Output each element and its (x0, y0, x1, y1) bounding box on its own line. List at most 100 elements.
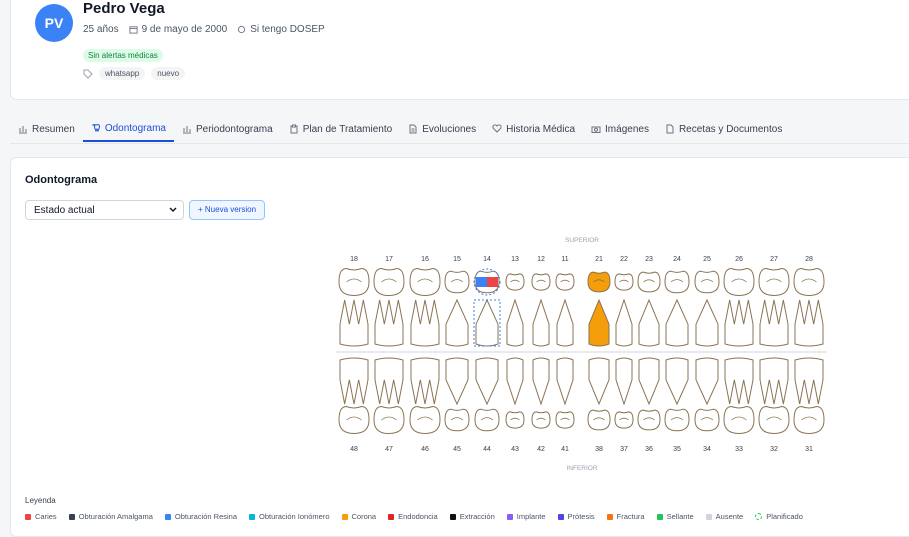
tooth-number-lower: 42 (537, 446, 545, 453)
tooth-number-lower: 47 (385, 446, 393, 453)
tooth-occlusal-38 (587, 409, 611, 431)
tab-historia-medica[interactable]: Historia Médica (484, 116, 583, 142)
legend-item: Planificado (755, 512, 803, 521)
tooth-number-lower: 43 (511, 446, 519, 453)
tab-resumen[interactable]: Resumen (10, 116, 83, 142)
tag-nuevo[interactable]: nuevo (151, 67, 186, 80)
tab-imagenes[interactable]: Imágenes (583, 116, 657, 142)
legend-swatch (388, 513, 395, 520)
tooth-occlusal-28 (793, 267, 825, 297)
tooth-occlusal-25 (694, 270, 720, 294)
tab-label: Recetas y Documentos (678, 123, 783, 135)
tooth-side-12 (532, 298, 550, 347)
legend-item: Caries (25, 512, 57, 521)
tooth-side-48 (339, 357, 369, 405)
tooth-number-lower: 35 (673, 446, 681, 453)
tooth-occlusal-44 (474, 408, 500, 432)
legend-label: Endodoncia (398, 512, 438, 521)
legend-item: Fractura (606, 512, 645, 521)
tab-bar: Resumen Odontograma Periodontograma Plan… (10, 116, 909, 144)
tooth-occlusal-48 (338, 405, 370, 435)
tab-label: Plan de Tratamiento (302, 123, 393, 135)
odontogram-card: Odontograma Estado actual + Nueva versio… (10, 157, 909, 537)
tooth-number-lower: 37 (620, 446, 628, 453)
legend-swatch (68, 513, 75, 520)
tab-evoluciones[interactable]: Evoluciones (400, 116, 484, 142)
tooth-side-35 (665, 357, 689, 406)
tooth-side-45 (445, 357, 469, 406)
tooth-occlusal-35 (664, 408, 690, 432)
tooth-occlusal-47 (373, 405, 405, 435)
tab-odontograma[interactable]: Odontograma (82, 116, 174, 142)
tooth-number-upper: 22 (620, 256, 628, 263)
tooth-occlusal-33 (723, 405, 755, 435)
tooth-side-18 (339, 299, 369, 347)
tooth-number-lower: 44 (483, 446, 491, 453)
legend-item: Prótesis (557, 512, 595, 521)
tooth-occlusal-11 (555, 273, 575, 291)
bar-chart-icon (19, 126, 27, 134)
tooth-occlusal-42 (531, 411, 551, 429)
clipboard-icon (290, 124, 298, 134)
tooth-side-32 (759, 357, 789, 405)
tooth-occlusal-24 (664, 270, 690, 294)
tooth-side-44 (475, 357, 499, 406)
legend-swatch (606, 513, 613, 520)
legend-swatch (25, 513, 31, 520)
filling-caries (487, 277, 498, 287)
patient-meta: 25 años 9 de mayo de 2000 Si tengo DOSEP (83, 24, 325, 35)
tooth-occlusal-21 (587, 271, 611, 293)
camera-icon (591, 126, 601, 133)
tooth-occlusal-31 (793, 405, 825, 435)
tooth-occlusal-43 (505, 411, 525, 429)
tooth-side-42 (532, 357, 550, 406)
tooth-number-lower: 38 (595, 446, 603, 453)
legend-label: Prótesis (567, 512, 595, 521)
tooth-number-upper: 27 (770, 256, 778, 263)
legend-label: Fractura (616, 512, 645, 521)
legend-swatch (557, 513, 564, 520)
tooth-occlusal-34 (694, 408, 720, 432)
tooth-icon (91, 124, 100, 133)
tab-plan-tratamiento[interactable]: Plan de Tratamiento (281, 116, 401, 142)
document-icon (409, 124, 417, 134)
tooth-number-upper: 25 (703, 256, 711, 263)
tooth-number-lower: 34 (703, 446, 711, 453)
legend-item: Implante (506, 512, 546, 521)
tag-whatsapp[interactable]: whatsapp (99, 67, 146, 80)
legend-item: Obturación Resina (164, 512, 238, 521)
heart-icon (492, 124, 502, 133)
legend-label: Obturación Resina (174, 512, 238, 521)
patient-header-card: PV Pedro Vega 25 años 9 de mayo de 2000 … (10, 0, 909, 100)
patient-age: 25 años (83, 24, 119, 35)
tooth-occlusal-18 (338, 267, 370, 297)
avatar: PV (35, 4, 73, 42)
tooth-number-upper: 14 (483, 256, 491, 263)
tab-label: Imágenes (605, 123, 649, 135)
tooth-occlusal-46 (409, 405, 441, 435)
tooth-occlusal-36 (637, 409, 661, 431)
legend-label: Implante (516, 512, 546, 521)
tooth-side-46 (410, 357, 440, 405)
tooth-occlusal-45 (444, 408, 470, 432)
tooth-number-upper: 21 (595, 256, 603, 263)
odontogram-chart: SUPERIOR INFERIOR 18 48 17 47 16 46 15 45 14 44 13 43… (336, 237, 827, 472)
tag-icon (83, 69, 93, 79)
tooth-number-upper: 13 (511, 256, 519, 263)
tab-periodontograma[interactable]: Periodontograma (174, 116, 281, 142)
tooth-number-upper: 28 (805, 256, 813, 263)
birthdate-group: 9 de mayo de 2000 (129, 24, 227, 35)
tab-label: Historia Médica (506, 123, 576, 135)
legend-item: Extracción (449, 512, 495, 521)
tooth-side-13 (506, 298, 524, 347)
tooth-number-lower: 36 (645, 446, 653, 453)
upper-label: SUPERIOR (565, 237, 599, 244)
tooth-occlusal-16 (409, 267, 441, 297)
tooth-number-lower: 41 (561, 446, 569, 453)
tooth-number-lower: 48 (350, 446, 358, 453)
legend-label: Corona (351, 512, 377, 521)
tooth-occlusal-12 (531, 273, 551, 291)
legend-label: Obturación Amalgama (78, 512, 153, 521)
tab-recetas-documentos[interactable]: Recetas y Documentos (657, 116, 790, 142)
legend-swatch (755, 513, 763, 520)
